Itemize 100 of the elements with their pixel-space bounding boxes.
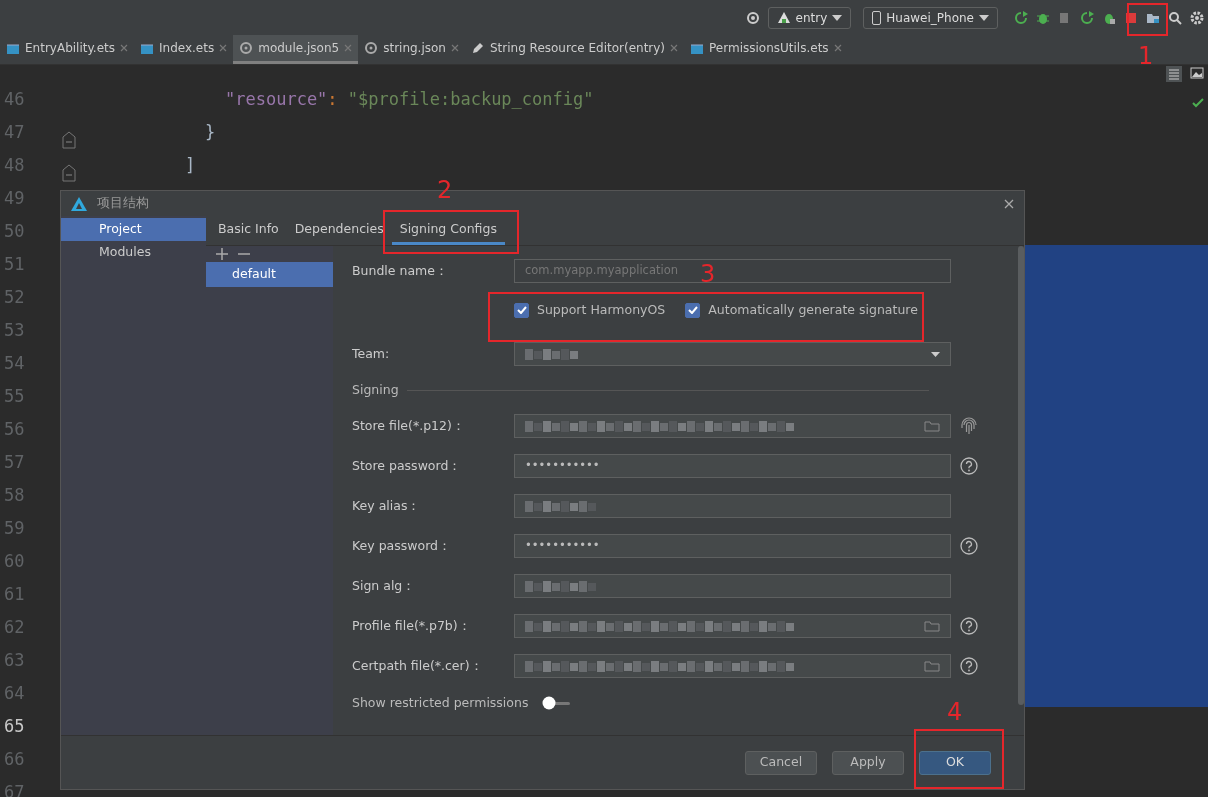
close-icon[interactable] <box>670 44 679 52</box>
close-icon[interactable] <box>219 44 228 52</box>
annotation-box <box>1127 3 1168 36</box>
tab[interactable]: Basic Info <box>210 216 287 245</box>
field-label: Store file(*.p12)： <box>352 416 466 435</box>
fold-icon <box>62 163 76 182</box>
field-label: Bundle name： <box>352 261 449 280</box>
field-label: Key alias： <box>352 496 422 515</box>
checkbox[interactable] <box>685 302 701 318</box>
annotation-number: 3 <box>700 262 716 286</box>
dialog-button[interactable]: Apply <box>832 750 904 775</box>
checkbox-label: Automatically generate signature <box>708 300 918 319</box>
annotation-number: 1 <box>1138 44 1154 68</box>
annotation-number: 2 <box>437 178 453 202</box>
line-number: 47 <box>3 120 26 144</box>
module-icon <box>776 10 791 25</box>
config-item[interactable]: default <box>206 262 333 287</box>
folder-icon[interactable] <box>924 660 940 672</box>
checkbox[interactable] <box>514 302 529 318</box>
stop-icon[interactable] <box>1124 10 1138 25</box>
line-number: 55 <box>3 384 26 408</box>
line-number: 52 <box>3 285 26 309</box>
code-line: ] <box>185 153 196 177</box>
file-field[interactable] <box>514 614 951 638</box>
device-dropdown[interactable]: Huawei_Phone <box>863 6 998 29</box>
checkmark-icon <box>516 306 527 314</box>
app-logo-icon <box>71 196 87 211</box>
input-field[interactable]: ••••••••••• <box>514 534 951 558</box>
close-icon[interactable] <box>450 44 459 52</box>
sidebar-item[interactable]: Modules <box>61 240 206 264</box>
fingerprint-icon[interactable] <box>961 417 977 435</box>
pencil-icon <box>470 41 485 55</box>
field-label: Key password： <box>352 536 452 555</box>
list-icon[interactable] <box>1166 66 1182 82</box>
line-number: 50 <box>3 219 26 243</box>
line-number: 48 <box>3 153 26 177</box>
folder-icon[interactable] <box>924 420 940 432</box>
file-tab[interactable]: Index.ets <box>134 35 234 64</box>
toggle-label: Show restricted permissions <box>352 693 529 712</box>
code-line: "resource": "$profile:backup_config" <box>225 87 594 111</box>
input-field[interactable] <box>514 574 951 598</box>
file-tab[interactable]: String Resource Editor(entry) <box>464 35 685 64</box>
section-label: Signing <box>352 380 399 399</box>
line-number: 57 <box>3 450 26 474</box>
checkmark-icon <box>687 306 698 314</box>
help-icon[interactable] <box>960 537 978 555</box>
line-number: 51 <box>3 252 26 276</box>
close-icon[interactable] <box>120 44 128 52</box>
sidebar-item[interactable]: Project <box>61 218 206 241</box>
ets-file-icon <box>140 41 154 55</box>
dialog-button[interactable]: Cancel <box>745 750 817 775</box>
file-tab[interactable]: module.json5 <box>233 35 359 64</box>
fold-icon <box>62 130 76 149</box>
phone-icon <box>872 10 882 25</box>
json-file-icon <box>239 41 254 55</box>
reload-icon[interactable] <box>1080 10 1094 25</box>
tab[interactable]: Signing Configs <box>391 216 505 245</box>
tab[interactable]: Dependencies <box>286 216 392 245</box>
code-line: } <box>205 120 216 144</box>
toggle-switch[interactable] <box>542 696 573 710</box>
target-icon[interactable] <box>745 10 760 25</box>
help-icon[interactable] <box>960 617 978 635</box>
field-label: Team: <box>352 344 391 363</box>
help-icon[interactable] <box>960 657 978 675</box>
file-tab[interactable]: string.json <box>358 35 465 64</box>
line-number: 62 <box>3 615 26 639</box>
search-icon[interactable] <box>1168 10 1182 25</box>
input-field[interactable]: ••••••••••• <box>514 454 951 478</box>
file-tab[interactable]: PermissionsUtils.ets <box>684 35 848 64</box>
line-number: 60 <box>3 549 26 573</box>
caret-icon <box>979 14 989 21</box>
file-tab[interactable]: EntryAbility.ets <box>0 35 134 64</box>
input-field[interactable] <box>514 494 951 518</box>
folder-icon[interactable] <box>924 620 940 632</box>
line-number: 59 <box>3 516 26 540</box>
close-icon[interactable] <box>833 44 842 52</box>
line-number: 46 <box>3 87 26 111</box>
help-icon[interactable] <box>960 457 978 475</box>
module-dropdown[interactable]: entry <box>767 6 852 29</box>
file-field[interactable] <box>514 414 951 438</box>
close-icon[interactable] <box>1004 198 1014 209</box>
settings-icon[interactable] <box>1190 10 1204 25</box>
caret-icon <box>931 351 940 357</box>
json-file-icon <box>364 41 379 55</box>
check-icon <box>1192 98 1204 108</box>
line-number: 65 <box>3 714 26 738</box>
checkbox-label: Support HarmonyOS <box>537 300 666 319</box>
add-icon[interactable] <box>216 248 228 260</box>
annotation-number: 4 <box>947 700 963 724</box>
rerun-icon[interactable] <box>1014 10 1028 25</box>
dropdown-field[interactable] <box>514 342 951 366</box>
ets-file-icon <box>6 41 20 55</box>
file-field[interactable] <box>514 654 951 678</box>
image-icon[interactable] <box>1190 66 1204 80</box>
line-number: 56 <box>3 417 26 441</box>
line-number: 54 <box>3 351 26 375</box>
scrollbar[interactable] <box>1018 246 1024 705</box>
ok-button[interactable]: OK <box>919 750 991 775</box>
field-label: Sign alg： <box>352 576 417 595</box>
field-label: Certpath file(*.cer)： <box>352 656 484 675</box>
